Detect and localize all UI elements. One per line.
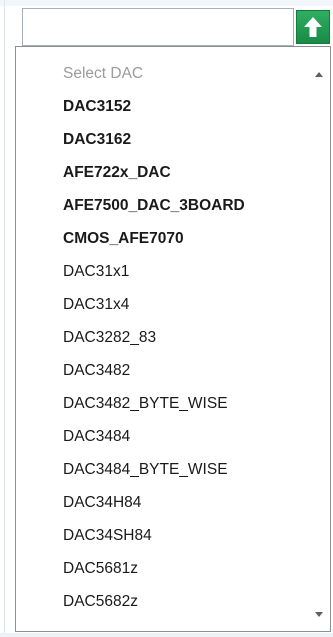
dac-options: Select DAC DAC3152 DAC3162 AFE722x_DAC A…: [16, 57, 306, 631]
scroll-down-arrow-icon[interactable]: [315, 612, 323, 617]
option-afe7500-dac-3board[interactable]: AFE7500_DAC_3BOARD: [16, 189, 306, 222]
option-dac5681z[interactable]: DAC5681z: [16, 552, 306, 585]
option-dac34sh84[interactable]: DAC34SH84: [16, 519, 306, 552]
option-dac3484[interactable]: DAC3484: [16, 420, 306, 453]
dac-select-input[interactable]: [22, 8, 294, 46]
dac-dropdown-list[interactable]: Select DAC DAC3152 DAC3162 AFE722x_DAC A…: [15, 46, 331, 632]
dropdown-scrollbar[interactable]: [308, 47, 330, 631]
option-dac31x1[interactable]: DAC31x1: [16, 255, 306, 288]
option-dac3282-83[interactable]: DAC3282_83: [16, 321, 306, 354]
background-divider: [4, 0, 5, 637]
option-dac3152[interactable]: DAC3152: [16, 90, 306, 123]
background-strip: [0, 0, 333, 6]
scroll-up-arrow-icon[interactable]: [315, 72, 323, 77]
option-dac31x4[interactable]: DAC31x4: [16, 288, 306, 321]
option-dac34h84[interactable]: DAC34H84: [16, 486, 306, 519]
option-dac3482[interactable]: DAC3482: [16, 354, 306, 387]
option-placeholder[interactable]: Select DAC: [16, 57, 306, 90]
option-dac3482-byte-wise[interactable]: DAC3482_BYTE_WISE: [16, 387, 306, 420]
dropdown-toggle-button[interactable]: [296, 10, 330, 44]
background-strip-bottom: [0, 633, 333, 637]
option-dac3484-byte-wise[interactable]: DAC3484_BYTE_WISE: [16, 453, 306, 486]
up-arrow-icon: [304, 17, 322, 37]
option-cmos-afe7070[interactable]: CMOS_AFE7070: [16, 222, 306, 255]
option-dac5682z[interactable]: DAC5682z: [16, 585, 306, 618]
option-cmos[interactable]: cmos: [16, 618, 306, 631]
option-dac3162[interactable]: DAC3162: [16, 123, 306, 156]
option-afe722x-dac[interactable]: AFE722x_DAC: [16, 156, 306, 189]
